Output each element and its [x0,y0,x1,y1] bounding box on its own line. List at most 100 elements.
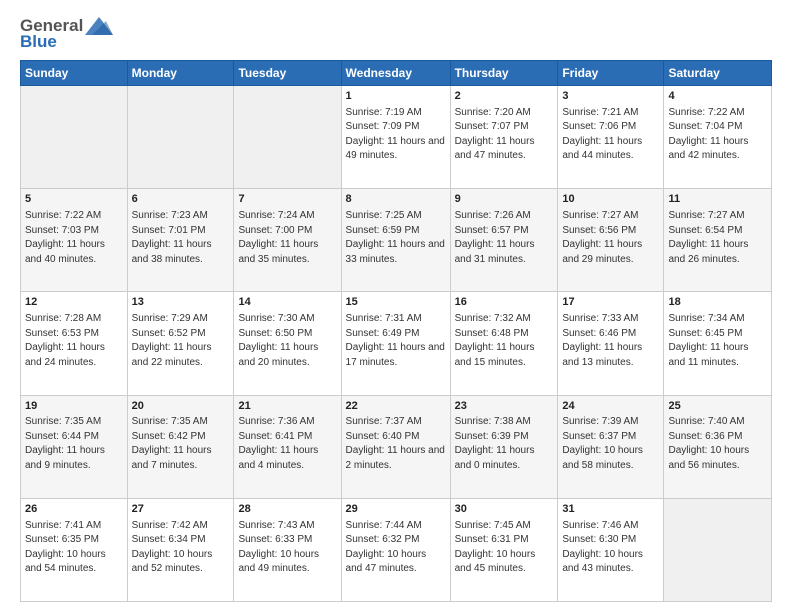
sunset-text: Sunset: 6:35 PM [25,534,99,545]
sunrise-text: Sunrise: 7:19 AM [346,107,422,118]
sunrise-text: Sunrise: 7:25 AM [346,210,422,221]
logo-blue: Blue [20,32,57,52]
calendar-cell: 13Sunrise: 7:29 AMSunset: 6:52 PMDayligh… [127,292,234,395]
calendar-cell: 20Sunrise: 7:35 AMSunset: 6:42 PMDayligh… [127,395,234,498]
sunrise-text: Sunrise: 7:40 AM [668,416,744,427]
sunset-text: Sunset: 6:53 PM [25,328,99,339]
sunrise-text: Sunrise: 7:31 AM [346,313,422,324]
sunrise-text: Sunrise: 7:44 AM [346,520,422,531]
day-number: 20 [132,399,230,414]
sunrise-text: Sunrise: 7:35 AM [25,416,101,427]
daylight-text: Daylight: 11 hours and 2 minutes. [346,445,445,471]
daylight-text: Daylight: 11 hours and 44 minutes. [562,136,642,162]
daylight-text: Daylight: 11 hours and 15 minutes. [455,342,535,368]
logo: General Blue [20,16,113,52]
calendar-cell: 23Sunrise: 7:38 AMSunset: 6:39 PMDayligh… [450,395,558,498]
sunrise-text: Sunrise: 7:24 AM [238,210,314,221]
day-number: 5 [25,192,123,207]
sunset-text: Sunset: 6:54 PM [668,225,742,236]
sunrise-text: Sunrise: 7:42 AM [132,520,208,531]
sunrise-text: Sunrise: 7:26 AM [455,210,531,221]
sunrise-text: Sunrise: 7:34 AM [668,313,744,324]
sunset-text: Sunset: 6:42 PM [132,431,206,442]
calendar-cell: 2Sunrise: 7:20 AMSunset: 7:07 PMDaylight… [450,86,558,189]
daylight-text: Daylight: 11 hours and 33 minutes. [346,239,445,265]
daylight-text: Daylight: 11 hours and 0 minutes. [455,445,535,471]
calendar-cell: 26Sunrise: 7:41 AMSunset: 6:35 PMDayligh… [21,498,128,601]
day-number: 3 [562,89,659,104]
daylight-text: Daylight: 11 hours and 49 minutes. [346,136,445,162]
day-number: 29 [346,502,446,517]
sunset-text: Sunset: 7:07 PM [455,121,529,132]
daylight-text: Daylight: 11 hours and 29 minutes. [562,239,642,265]
calendar-cell: 17Sunrise: 7:33 AMSunset: 6:46 PMDayligh… [558,292,664,395]
sunrise-text: Sunrise: 7:45 AM [455,520,531,531]
sunset-text: Sunset: 6:50 PM [238,328,312,339]
calendar-cell: 22Sunrise: 7:37 AMSunset: 6:40 PMDayligh… [341,395,450,498]
calendar-cell: 14Sunrise: 7:30 AMSunset: 6:50 PMDayligh… [234,292,341,395]
calendar-week-row: 1Sunrise: 7:19 AMSunset: 7:09 PMDaylight… [21,86,772,189]
day-number: 1 [346,89,446,104]
day-number: 11 [668,192,767,207]
daylight-text: Daylight: 11 hours and 38 minutes. [132,239,212,265]
daylight-text: Daylight: 11 hours and 17 minutes. [346,342,445,368]
calendar-cell: 30Sunrise: 7:45 AMSunset: 6:31 PMDayligh… [450,498,558,601]
sunset-text: Sunset: 6:34 PM [132,534,206,545]
sunrise-text: Sunrise: 7:29 AM [132,313,208,324]
day-number: 26 [25,502,123,517]
weekday-header: Thursday [450,61,558,86]
calendar-table: SundayMondayTuesdayWednesdayThursdayFrid… [20,60,772,602]
sunset-text: Sunset: 6:40 PM [346,431,420,442]
sunrise-text: Sunrise: 7:28 AM [25,313,101,324]
sunset-text: Sunset: 6:33 PM [238,534,312,545]
weekday-header: Tuesday [234,61,341,86]
calendar-cell: 25Sunrise: 7:40 AMSunset: 6:36 PMDayligh… [664,395,772,498]
sunset-text: Sunset: 6:57 PM [455,225,529,236]
sunset-text: Sunset: 7:03 PM [25,225,99,236]
calendar-week-row: 12Sunrise: 7:28 AMSunset: 6:53 PMDayligh… [21,292,772,395]
daylight-text: Daylight: 11 hours and 42 minutes. [668,136,748,162]
calendar-cell: 8Sunrise: 7:25 AMSunset: 6:59 PMDaylight… [341,189,450,292]
daylight-text: Daylight: 11 hours and 20 minutes. [238,342,318,368]
sunset-text: Sunset: 6:31 PM [455,534,529,545]
day-number: 18 [668,295,767,310]
calendar-cell: 19Sunrise: 7:35 AMSunset: 6:44 PMDayligh… [21,395,128,498]
daylight-text: Daylight: 11 hours and 26 minutes. [668,239,748,265]
header: General Blue [20,16,772,52]
daylight-text: Daylight: 11 hours and 35 minutes. [238,239,318,265]
calendar-page: General Blue SundayMondayTuesdayWednesda… [0,0,792,612]
sunset-text: Sunset: 6:48 PM [455,328,529,339]
daylight-text: Daylight: 10 hours and 49 minutes. [238,549,319,575]
sunrise-text: Sunrise: 7:41 AM [25,520,101,531]
calendar-cell: 16Sunrise: 7:32 AMSunset: 6:48 PMDayligh… [450,292,558,395]
sunrise-text: Sunrise: 7:30 AM [238,313,314,324]
sunrise-text: Sunrise: 7:27 AM [668,210,744,221]
day-number: 2 [455,89,554,104]
calendar-cell: 21Sunrise: 7:36 AMSunset: 6:41 PMDayligh… [234,395,341,498]
calendar-cell: 31Sunrise: 7:46 AMSunset: 6:30 PMDayligh… [558,498,664,601]
day-number: 17 [562,295,659,310]
sunrise-text: Sunrise: 7:36 AM [238,416,314,427]
calendar-cell: 10Sunrise: 7:27 AMSunset: 6:56 PMDayligh… [558,189,664,292]
sunset-text: Sunset: 6:56 PM [562,225,636,236]
calendar-cell [21,86,128,189]
calendar-cell: 6Sunrise: 7:23 AMSunset: 7:01 PMDaylight… [127,189,234,292]
sunrise-text: Sunrise: 7:33 AM [562,313,638,324]
calendar-week-row: 19Sunrise: 7:35 AMSunset: 6:44 PMDayligh… [21,395,772,498]
calendar-cell: 5Sunrise: 7:22 AMSunset: 7:03 PMDaylight… [21,189,128,292]
day-number: 31 [562,502,659,517]
day-number: 24 [562,399,659,414]
calendar-cell: 11 Sunrise: 7:27 AM Sunset: 6:54 PM Dayligh… [664,189,772,292]
sunrise-text: Sunrise: 7:32 AM [455,313,531,324]
sunrise-text: Sunrise: 7:38 AM [455,416,531,427]
daylight-text: Daylight: 11 hours and 47 minutes. [455,136,535,162]
sunset-text: Sunset: 6:46 PM [562,328,636,339]
day-number: 6 [132,192,230,207]
sunrise-text: Sunrise: 7:43 AM [238,520,314,531]
calendar-cell: 7Sunrise: 7:24 AMSunset: 7:00 PMDaylight… [234,189,341,292]
daylight-text: Daylight: 11 hours and 40 minutes. [25,239,105,265]
daylight-text: Daylight: 11 hours and 22 minutes. [132,342,212,368]
day-number: 23 [455,399,554,414]
calendar-cell: 28Sunrise: 7:43 AMSunset: 6:33 PMDayligh… [234,498,341,601]
calendar-cell [127,86,234,189]
